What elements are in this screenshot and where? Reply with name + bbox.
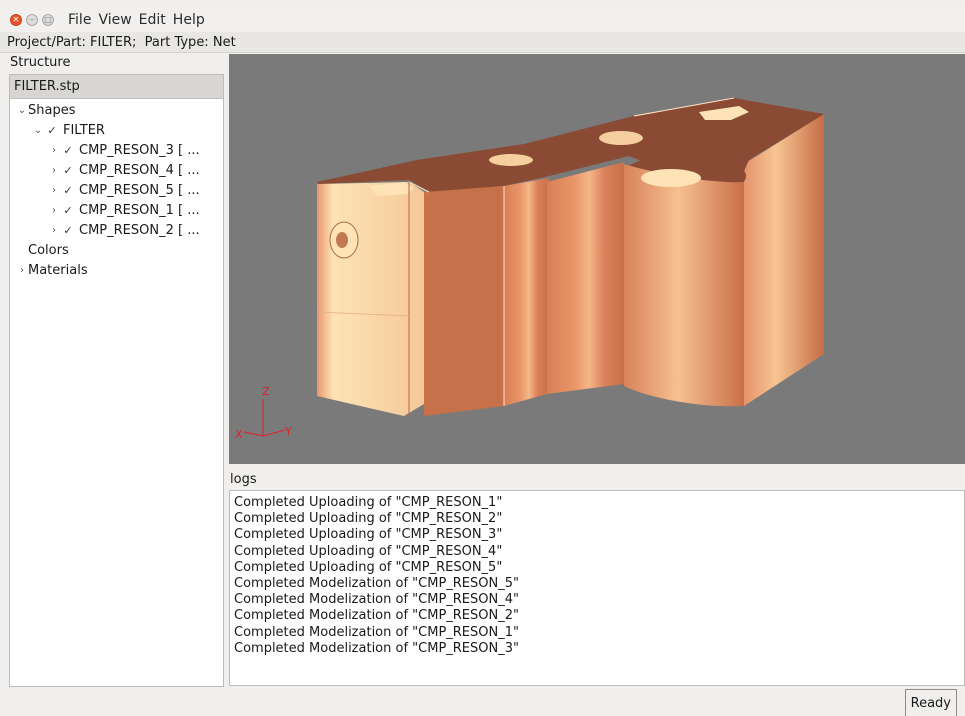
maximize-window-icon[interactable]: □	[42, 14, 54, 26]
tree-item-filter[interactable]: ⌄ ✓ FILTER	[32, 120, 105, 140]
tree-item-cmp-reson-4[interactable]: › ✓ CMP_RESON_4 [ ...	[48, 160, 200, 180]
checkbox-checked-icon[interactable]: ✓	[46, 124, 58, 137]
3d-model-render: Z X Y	[235, 97, 824, 441]
tree-item-cmp-reson-2[interactable]: › ✓ CMP_RESON_2 [ ...	[48, 220, 200, 240]
structure-tree[interactable]: FILTER.stp ⌄ Shapes ⌄ ✓ FILTER › ✓ CMP_R…	[9, 74, 224, 687]
logs-title: logs	[230, 472, 257, 487]
project-value: FILTER;	[90, 34, 137, 50]
chevron-down-icon[interactable]: ⌄	[32, 125, 44, 136]
tree-file-header[interactable]: FILTER.stp	[10, 75, 223, 99]
tree-item-label: CMP_RESON_1 [ ...	[79, 202, 200, 218]
tree-item-shapes[interactable]: ⌄ Shapes	[16, 100, 76, 120]
3d-viewport[interactable]: Z X Y	[229, 54, 965, 464]
axis-x-label: X	[235, 428, 243, 441]
chevron-right-icon[interactable]: ›	[48, 225, 60, 236]
log-line: Completed Modelization of "CMP_RESON_2"	[234, 608, 519, 624]
menu-view[interactable]: View	[98, 12, 131, 28]
axis-z-label: Z	[262, 385, 270, 398]
log-line: Completed Modelization of "CMP_RESON_4"	[234, 592, 519, 608]
menu-help[interactable]: Help	[173, 12, 205, 28]
tree-item-label: Shapes	[28, 102, 76, 118]
log-line: Completed Uploading of "CMP_RESON_1"	[234, 495, 503, 510]
log-line: Completed Modelization of "CMP_RESON_3"	[234, 640, 519, 656]
tree-item-cmp-reson-5[interactable]: › ✓ CMP_RESON_5 [ ...	[48, 180, 200, 200]
part-connector-pin	[336, 232, 348, 248]
part-face-left-side	[424, 186, 504, 416]
checkbox-checked-icon[interactable]: ✓	[62, 164, 74, 177]
window-controls: ✕ – □	[10, 14, 54, 26]
log-line: Completed Modelization of "CMP_RESON_5"	[234, 576, 519, 592]
checkbox-checked-icon[interactable]: ✓	[62, 144, 74, 157]
log-line: Completed Modelization of "CMP_RESON_1"	[234, 624, 519, 640]
tree-item-cmp-reson-1[interactable]: › ✓ CMP_RESON_1 [ ...	[48, 200, 200, 220]
chevron-right-icon[interactable]: ›	[16, 265, 28, 276]
tree-item-label: Materials	[28, 262, 88, 278]
chevron-down-icon[interactable]: ⌄	[16, 105, 28, 116]
tree-item-colors[interactable]: Colors	[28, 240, 69, 260]
menu-edit[interactable]: Edit	[139, 12, 166, 28]
part-face-right-boss	[624, 164, 744, 407]
log-line: Completed Uploading of "CMP_RESON_2"	[234, 511, 503, 527]
part-type-value: Net	[212, 34, 236, 50]
close-window-icon[interactable]: ✕	[10, 14, 22, 26]
menu-bar: ✕ – □ File View Edit Help	[0, 8, 965, 32]
chevron-right-icon[interactable]: ›	[48, 185, 60, 196]
checkbox-checked-icon[interactable]: ✓	[62, 224, 74, 237]
status-text: Ready	[904, 689, 957, 716]
part-face-far-right	[744, 114, 824, 406]
tree-item-label: CMP_RESON_4 [ ...	[79, 162, 200, 178]
part-face-middle-right	[547, 162, 624, 394]
part-type-label: Part Type:	[144, 34, 209, 50]
chevron-right-icon[interactable]: ›	[48, 145, 60, 156]
tree-item-label: Colors	[28, 242, 69, 258]
menu-file[interactable]: File	[68, 12, 91, 28]
axis-y-label: Y	[284, 425, 292, 438]
structure-title: Structure	[10, 55, 71, 70]
log-line: Completed Uploading of "CMP_RESON_3"	[234, 527, 503, 543]
chevron-right-icon[interactable]: ›	[48, 165, 60, 176]
tree-item-cmp-reson-3[interactable]: › ✓ CMP_RESON_3 [ ...	[48, 140, 200, 160]
minimize-window-icon[interactable]: –	[26, 14, 38, 26]
tree-item-label: CMP_RESON_3 [ ...	[79, 142, 200, 158]
logs-panel[interactable]: Completed Uploading of "CMP_RESON_1" Com…	[229, 490, 965, 686]
log-line: Completed Uploading of "CMP_RESON_5"	[234, 559, 503, 575]
part-hole-2	[489, 154, 533, 166]
part-hole-4	[641, 169, 701, 187]
part-hole-3	[599, 131, 643, 145]
project-info-bar: Project/Part: FILTER; Part Type: Net	[0, 32, 965, 53]
tree-item-materials[interactable]: › Materials	[16, 260, 88, 280]
project-label: Project/Part:	[7, 34, 86, 50]
chevron-right-icon[interactable]: ›	[48, 205, 60, 216]
checkbox-checked-icon[interactable]: ✓	[62, 184, 74, 197]
checkbox-checked-icon[interactable]: ✓	[62, 204, 74, 217]
log-line: Completed Uploading of "CMP_RESON_4"	[234, 543, 503, 559]
tree-item-label: FILTER	[63, 122, 105, 138]
tree-item-label: CMP_RESON_5 [ ...	[79, 182, 200, 198]
part-face-left	[317, 182, 424, 416]
part-face-middle	[504, 178, 549, 406]
tree-item-label: CMP_RESON_2 [ ...	[79, 222, 200, 238]
tree-file-name: FILTER.stp	[14, 79, 80, 94]
